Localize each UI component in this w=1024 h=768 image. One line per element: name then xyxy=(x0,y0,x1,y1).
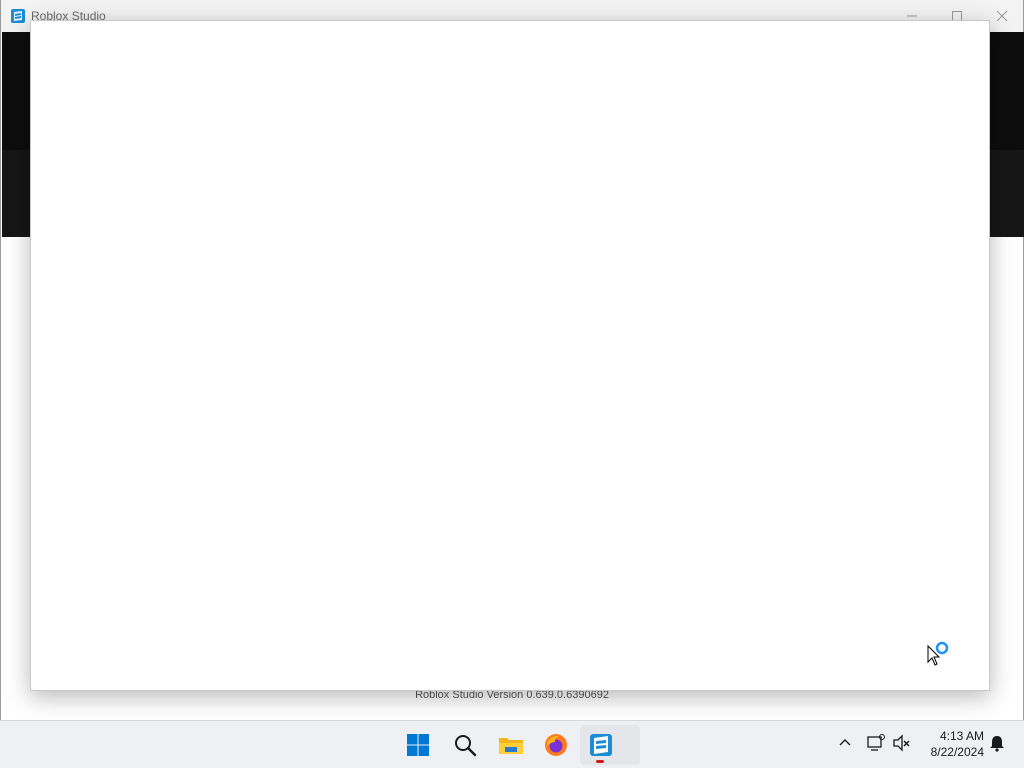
volume-muted-icon xyxy=(893,734,910,752)
notifications-button[interactable] xyxy=(986,732,1008,754)
start-button[interactable] xyxy=(398,725,438,765)
windows-start-icon xyxy=(407,734,429,756)
firefox-icon xyxy=(545,734,567,756)
clock-date: 8/22/2024 xyxy=(930,745,984,759)
volume-button[interactable] xyxy=(891,732,913,754)
clock-time: 4:13 AM xyxy=(939,729,984,743)
system-clock[interactable]: 4:13 AM 8/22/2024 xyxy=(918,728,984,760)
firefox-button[interactable] xyxy=(536,725,576,765)
show-hidden-icons-button[interactable] xyxy=(834,732,856,754)
network-icon xyxy=(867,734,885,751)
network-button[interactable] xyxy=(865,732,887,754)
splash-dialog xyxy=(30,20,990,691)
close-icon xyxy=(996,10,1008,22)
roblox-studio-icon xyxy=(11,9,25,23)
folder-icon xyxy=(499,738,523,754)
bell-icon xyxy=(990,736,1004,752)
roblox-studio-taskbar-button[interactable] xyxy=(580,725,640,765)
chevron-up-icon xyxy=(839,739,851,746)
active-app-indicator xyxy=(596,760,604,763)
busy-cursor-icon xyxy=(927,641,949,666)
search-button[interactable] xyxy=(445,725,485,765)
desktop-screen: Roblox Studio Roblox Studio Version 0.63… xyxy=(0,0,1024,768)
search-icon xyxy=(455,735,477,757)
file-explorer-button[interactable] xyxy=(491,725,531,765)
roblox-studio-icon xyxy=(590,734,612,756)
